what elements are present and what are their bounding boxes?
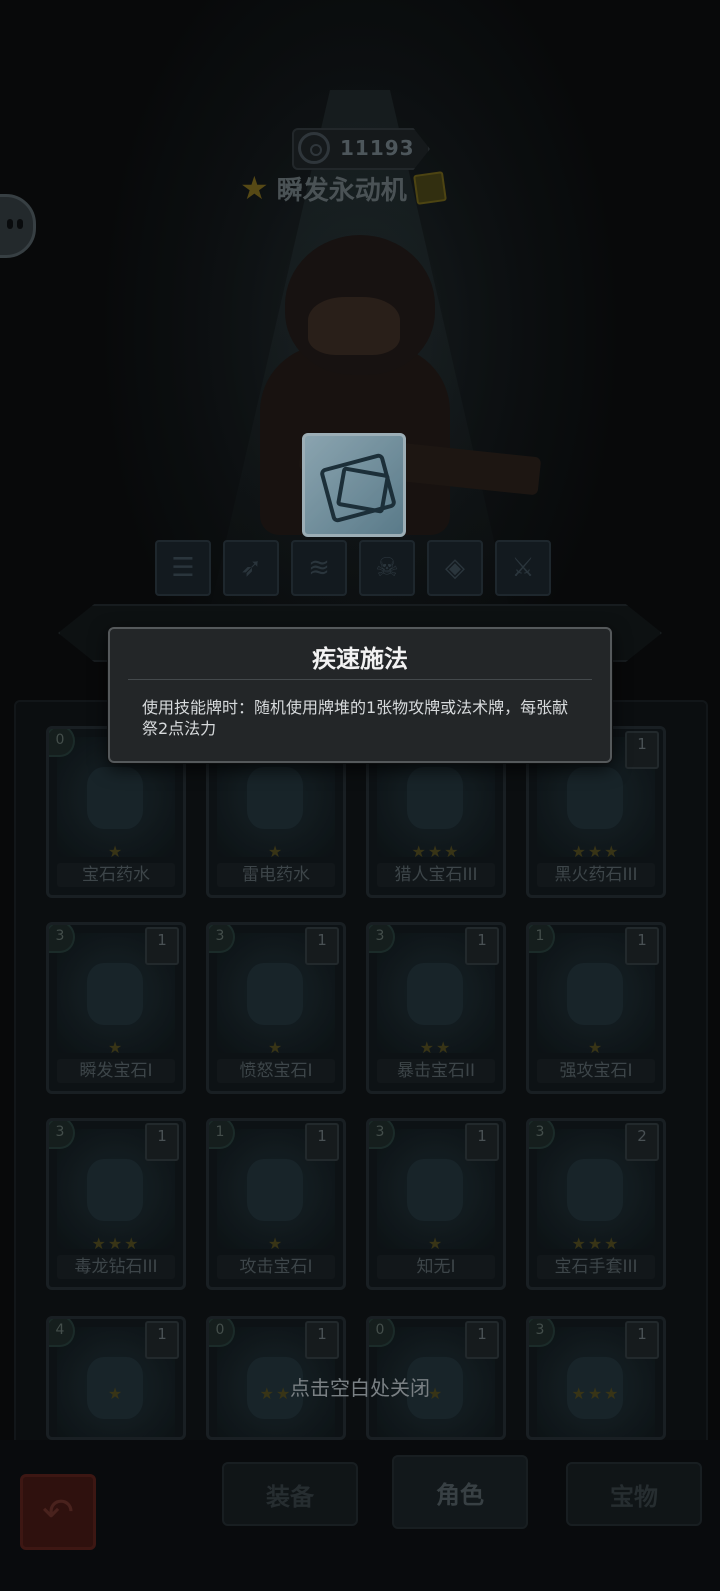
skill-tooltip: 疾速施法 使用技能牌时：随机使用牌堆的1张物攻牌或法术牌，每张献祭2点法力 [108, 627, 612, 763]
modal-overlay[interactable] [0, 0, 720, 1591]
tooltip-title: 疾速施法 [312, 645, 408, 673]
tooltip-divider [128, 679, 592, 680]
tooltip-description: 使用技能牌时：随机使用牌堆的1张物攻牌或法术牌，每张献祭2点法力 [142, 698, 569, 738]
close-hint: 点击空白处关闭 [290, 1376, 430, 1400]
